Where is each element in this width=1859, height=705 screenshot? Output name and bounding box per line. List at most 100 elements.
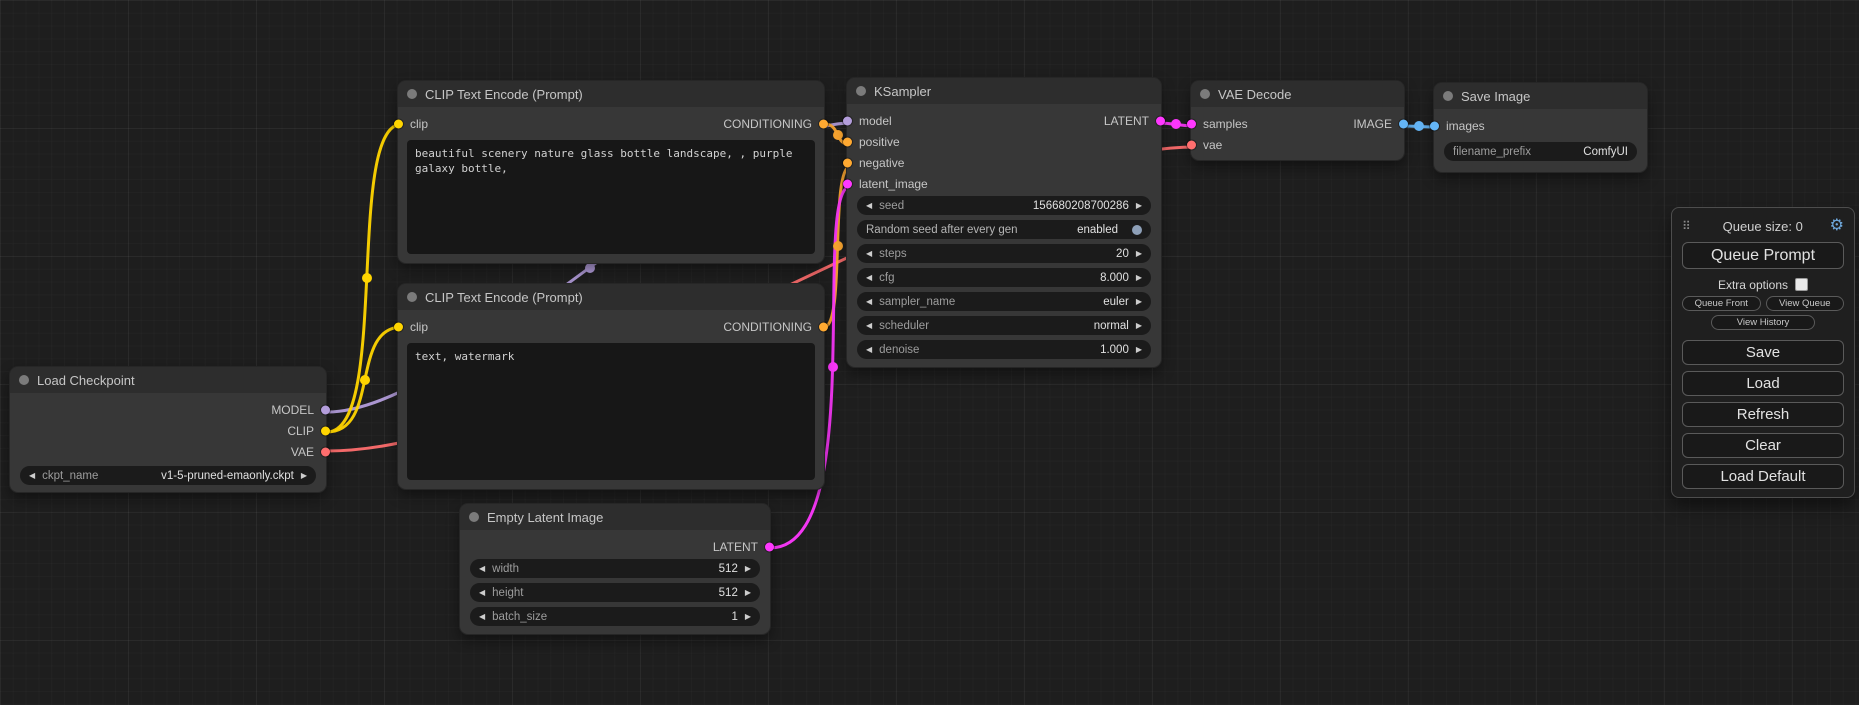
- vae-output-dot[interactable]: [321, 447, 330, 456]
- collapse-dot-icon[interactable]: [19, 375, 29, 385]
- stepper-left-icon[interactable]: ◀: [866, 298, 872, 306]
- input-slot-vae: vae: [1191, 134, 1404, 155]
- negative-prompt-textarea[interactable]: text, watermark: [407, 343, 815, 480]
- widget-label: sampler_name: [879, 296, 955, 308]
- negative-input-dot[interactable]: [843, 158, 852, 167]
- widget-label: seed: [879, 200, 904, 212]
- node-title: VAE Decode: [1218, 87, 1291, 102]
- stepper-right-icon[interactable]: ▶: [1136, 298, 1142, 306]
- seed-stepper-widget[interactable]: ◀ seed 156680208700286 ▶: [857, 196, 1151, 215]
- positive-input-dot[interactable]: [843, 137, 852, 146]
- stepper-left-icon[interactable]: ◀: [866, 346, 872, 354]
- settings-gear-icon[interactable]: ⚙: [1830, 218, 1844, 234]
- stepper-right-icon[interactable]: ▶: [745, 613, 751, 621]
- load-default-button[interactable]: Load Default: [1682, 464, 1844, 489]
- clip-input-dot[interactable]: [394, 119, 403, 128]
- stepper-left-icon[interactable]: ◀: [866, 202, 872, 210]
- toggle-on-dot[interactable]: [1132, 225, 1142, 235]
- stepper-right-icon[interactable]: ▶: [745, 565, 751, 573]
- sampler-name-combo-widget[interactable]: ◀ sampler_name euler ▶: [857, 292, 1151, 311]
- node-title: Load Checkpoint: [37, 373, 135, 388]
- stepper-left-icon[interactable]: ◀: [479, 589, 485, 597]
- cfg-stepper-widget[interactable]: ◀ cfg 8.000 ▶: [857, 268, 1151, 287]
- node-save-image[interactable]: Save Image images filename_prefix ComfyU…: [1434, 83, 1647, 172]
- node-title-bar[interactable]: KSampler: [847, 78, 1161, 104]
- latent-output-dot[interactable]: [1156, 116, 1165, 125]
- stepper-right-icon[interactable]: ▶: [1136, 202, 1142, 210]
- model-output-dot[interactable]: [321, 405, 330, 414]
- queue-front-button[interactable]: Queue Front: [1682, 296, 1761, 311]
- node-clip-text-encode-negative[interactable]: CLIP Text Encode (Prompt) clip CONDITION…: [398, 284, 824, 489]
- widget-label: Random seed after every gen: [866, 224, 1018, 236]
- stepper-right-icon[interactable]: ▶: [1136, 346, 1142, 354]
- node-title-bar[interactable]: Load Checkpoint: [10, 367, 326, 393]
- slot-label: clip: [410, 117, 428, 131]
- clip-input-dot[interactable]: [394, 322, 403, 331]
- denoise-stepper-widget[interactable]: ◀ denoise 1.000 ▶: [857, 340, 1151, 359]
- ckpt-name-combo-widget[interactable]: ◀ ckpt_name v1-5-pruned-emaonly.ckpt ▶: [20, 466, 316, 485]
- stepper-left-icon[interactable]: ◀: [479, 613, 485, 621]
- clip-output-dot[interactable]: [321, 426, 330, 435]
- node-graph-canvas[interactable]: Load Checkpoint MODEL CLIP VAE ◀ ckpt_na…: [0, 0, 1859, 705]
- save-button[interactable]: Save: [1682, 340, 1844, 365]
- vae-input-dot[interactable]: [1187, 140, 1196, 149]
- stepper-right-icon[interactable]: ▶: [1136, 274, 1142, 282]
- stepper-right-icon[interactable]: ▶: [1136, 250, 1142, 258]
- slot-label: LATENT: [1104, 114, 1149, 128]
- collapse-dot-icon[interactable]: [1443, 91, 1453, 101]
- view-queue-button[interactable]: View Queue: [1766, 296, 1845, 311]
- node-empty-latent-image[interactable]: Empty Latent Image LATENT ◀ width 512 ▶ …: [460, 504, 770, 634]
- steps-stepper-widget[interactable]: ◀ steps 20 ▶: [857, 244, 1151, 263]
- height-stepper-widget[interactable]: ◀ height 512 ▶: [470, 583, 760, 602]
- node-vae-decode[interactable]: VAE Decode samples IMAGE vae: [1191, 81, 1404, 160]
- collapse-dot-icon[interactable]: [407, 292, 417, 302]
- output-slot-model: MODEL: [10, 399, 326, 420]
- collapse-dot-icon[interactable]: [856, 86, 866, 96]
- samples-input-dot[interactable]: [1187, 119, 1196, 128]
- widget-label: filename_prefix: [1453, 146, 1531, 158]
- node-load-checkpoint[interactable]: Load Checkpoint MODEL CLIP VAE ◀ ckpt_na…: [10, 367, 326, 492]
- collapse-dot-icon[interactable]: [1200, 89, 1210, 99]
- slot-label: latent_image: [859, 177, 928, 191]
- stepper-left-icon[interactable]: ◀: [866, 322, 872, 330]
- image-output-dot[interactable]: [1399, 119, 1408, 128]
- images-input-dot[interactable]: [1430, 121, 1439, 130]
- collapse-dot-icon[interactable]: [407, 89, 417, 99]
- latent-image-input-dot[interactable]: [843, 179, 852, 188]
- view-history-button[interactable]: View History: [1711, 315, 1815, 330]
- node-title-bar[interactable]: CLIP Text Encode (Prompt): [398, 284, 824, 310]
- drag-handle-icon[interactable]: ⠿: [1682, 219, 1690, 233]
- conditioning-output-dot[interactable]: [819, 322, 828, 331]
- stepper-left-icon[interactable]: ◀: [29, 472, 35, 480]
- conditioning-output-dot[interactable]: [819, 119, 828, 128]
- scheduler-combo-widget[interactable]: ◀ scheduler normal ▶: [857, 316, 1151, 335]
- refresh-button[interactable]: Refresh: [1682, 402, 1844, 427]
- collapse-dot-icon[interactable]: [469, 512, 479, 522]
- node-title-bar[interactable]: Save Image: [1434, 83, 1647, 109]
- stepper-left-icon[interactable]: ◀: [479, 565, 485, 573]
- load-button[interactable]: Load: [1682, 371, 1844, 396]
- random-seed-toggle-widget[interactable]: Random seed after every gen enabled: [857, 220, 1151, 239]
- extra-options-checkbox[interactable]: [1795, 278, 1808, 291]
- clear-button[interactable]: Clear: [1682, 433, 1844, 458]
- latent-output-dot[interactable]: [765, 542, 774, 551]
- model-input-dot[interactable]: [843, 116, 852, 125]
- node-title-bar[interactable]: VAE Decode: [1191, 81, 1404, 107]
- queue-prompt-button[interactable]: Queue Prompt: [1682, 242, 1844, 269]
- stepper-right-icon[interactable]: ▶: [745, 589, 751, 597]
- widget-value: 1.000: [1100, 344, 1129, 356]
- widget-label: batch_size: [492, 611, 547, 623]
- node-title-bar[interactable]: Empty Latent Image: [460, 504, 770, 530]
- batch-size-stepper-widget[interactable]: ◀ batch_size 1 ▶: [470, 607, 760, 626]
- node-ksampler[interactable]: KSampler model LATENT positive negative …: [847, 78, 1161, 367]
- filename-prefix-text-widget[interactable]: filename_prefix ComfyUI: [1444, 142, 1637, 161]
- stepper-left-icon[interactable]: ◀: [866, 250, 872, 258]
- node-title: CLIP Text Encode (Prompt): [425, 290, 583, 305]
- stepper-left-icon[interactable]: ◀: [866, 274, 872, 282]
- positive-prompt-textarea[interactable]: beautiful scenery nature glass bottle la…: [407, 140, 815, 254]
- node-title-bar[interactable]: CLIP Text Encode (Prompt): [398, 81, 824, 107]
- node-clip-text-encode-positive[interactable]: CLIP Text Encode (Prompt) clip CONDITION…: [398, 81, 824, 263]
- stepper-right-icon[interactable]: ▶: [301, 472, 307, 480]
- stepper-right-icon[interactable]: ▶: [1136, 322, 1142, 330]
- width-stepper-widget[interactable]: ◀ width 512 ▶: [470, 559, 760, 578]
